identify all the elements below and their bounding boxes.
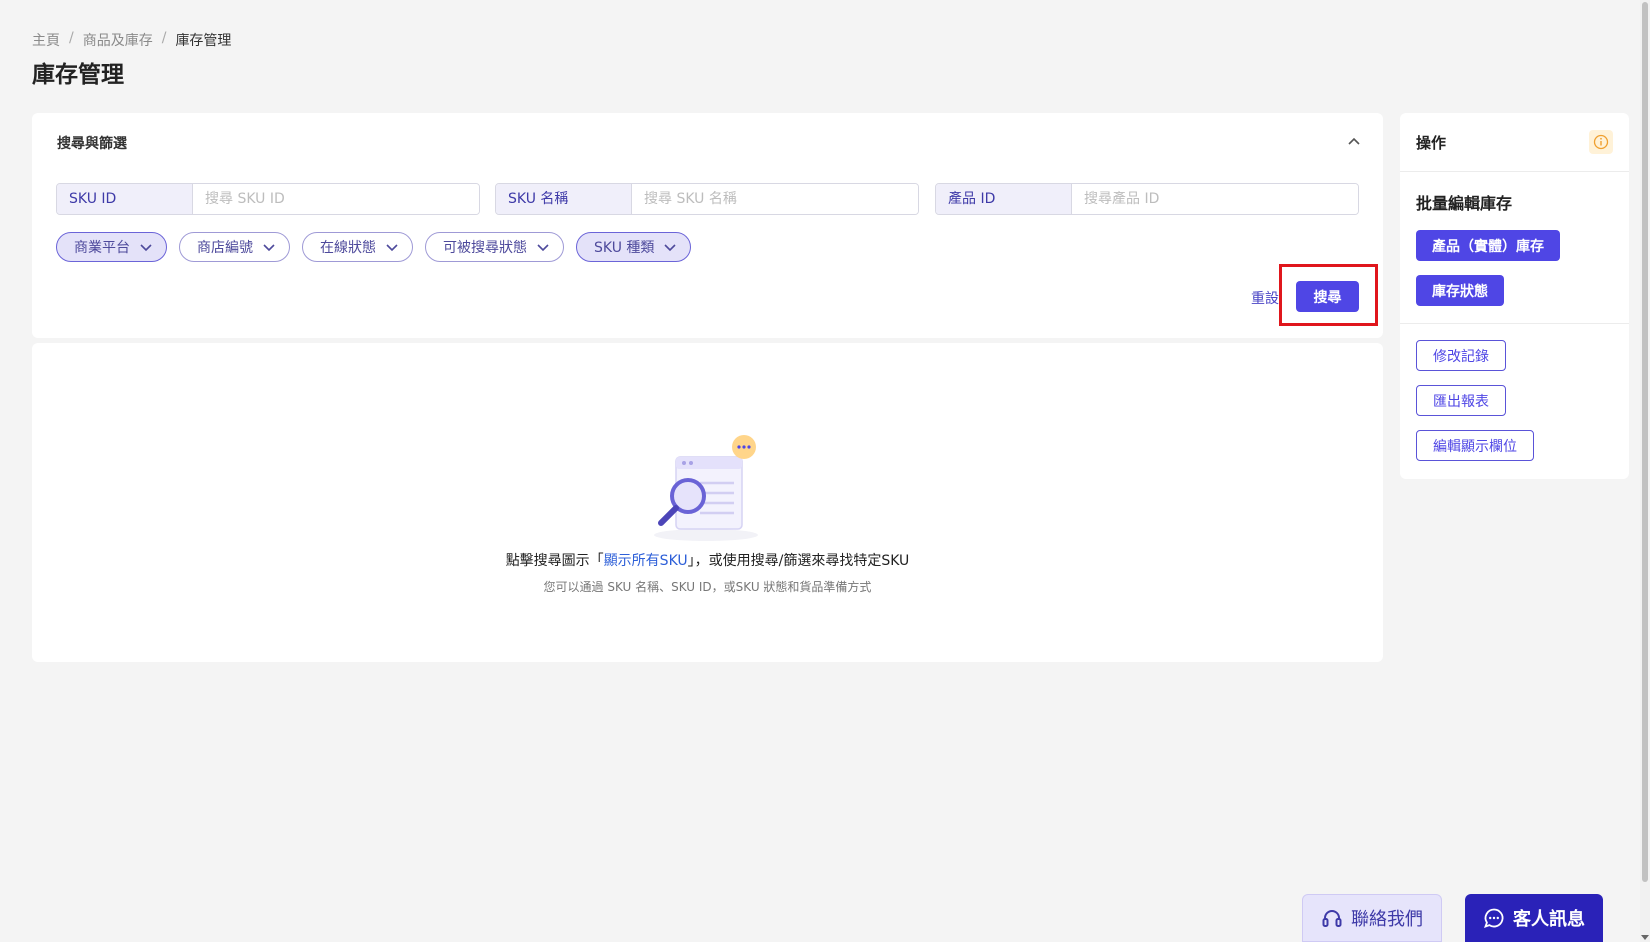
headset-icon — [1322, 910, 1342, 927]
breadcrumb-separator: / — [161, 30, 167, 46]
scroll-down-arrow-icon[interactable] — [1641, 935, 1649, 940]
page-scrollbar[interactable] — [1640, 0, 1650, 942]
scrollbar-thumb[interactable] — [1642, 2, 1648, 882]
breadcrumb-current: 庫存管理 — [175, 33, 232, 49]
product-id-label: 產品 ID — [936, 184, 1072, 214]
actions-panel: 操作 批量編輯庫存 產品（實體）庫存 庫存狀態 修改記錄 匯出報表 編輯顯示欄位 — [1400, 113, 1629, 479]
page-title: 庫存管理 — [32, 62, 124, 88]
change-log-button[interactable]: 修改記錄 — [1416, 340, 1506, 371]
bulk-edit-title: 批量編輯庫存 — [1416, 194, 1513, 213]
chat-bubble-icon — [1484, 908, 1504, 928]
empty-title-prefix: 點擊搜尋圖示「 — [505, 553, 604, 569]
filter-chips: 商業平台 商店編號 在線狀態 可被搜尋狀態 SKU 種類 — [56, 232, 692, 262]
search-filter-panel: 搜尋與篩選 SKU ID SKU 名稱 產品 ID 商業平台 商店編號 在線狀態… — [32, 113, 1383, 338]
actions-title: 操作 — [1416, 134, 1447, 152]
empty-state-title: 點擊搜尋圖示「顯示所有SKU」，或使用搜尋/篩選來尋找特定SKU — [32, 550, 1383, 570]
product-stock-button[interactable]: 產品（實體）庫存 — [1416, 230, 1560, 261]
empty-state-subtitle: 您可以通過 SKU 名稱、SKU ID，或SKU 狀態和貨品準備方式 — [543, 580, 872, 594]
online-status-filter-dropdown[interactable]: 在線狀態 — [302, 232, 413, 262]
sku-name-label: SKU 名稱 — [496, 184, 632, 214]
searchable-status-filter-dropdown[interactable]: 可被搜尋狀態 — [425, 232, 564, 262]
sku-name-input[interactable] — [632, 184, 918, 214]
info-icon[interactable] — [1589, 130, 1613, 154]
sku-id-input[interactable] — [193, 184, 479, 214]
contact-us-button[interactable]: 聯絡我們 — [1302, 894, 1442, 942]
results-panel: 點擊搜尋圖示「顯示所有SKU」，或使用搜尋/篩選來尋找特定SKU 您可以通過 S… — [32, 343, 1383, 662]
chevron-down-icon — [537, 244, 549, 252]
breadcrumb-separator: / — [69, 30, 74, 46]
edit-columns-button[interactable]: 編輯顯示欄位 — [1416, 430, 1534, 461]
customer-messages-label: 客人訊息 — [1513, 909, 1585, 930]
customer-messages-button[interactable]: 客人訊息 — [1465, 894, 1603, 942]
chevron-up-icon[interactable] — [1345, 133, 1363, 151]
sku-id-label: SKU ID — [57, 184, 193, 214]
store-id-filter-dropdown[interactable]: 商店編號 — [179, 232, 290, 262]
chevron-down-icon — [263, 244, 275, 252]
filter-panel-title: 搜尋與篩選 — [57, 136, 127, 152]
divider — [1400, 323, 1629, 324]
chip-label: 商業平台 — [74, 240, 130, 256]
reset-button[interactable]: 重設 — [1251, 288, 1279, 308]
chevron-down-icon — [386, 244, 398, 252]
show-all-sku-link[interactable]: 顯示所有SKU — [604, 553, 688, 569]
sku-name-field: SKU 名稱 — [495, 183, 919, 215]
platform-filter-dropdown[interactable]: 商業平台 — [56, 232, 167, 262]
chip-label: 在線狀態 — [320, 240, 376, 256]
sku-id-field: SKU ID — [56, 183, 480, 215]
chip-label: 可被搜尋狀態 — [443, 240, 527, 256]
contact-us-label: 聯絡我們 — [1351, 909, 1423, 930]
actions-header: 操作 — [1400, 113, 1629, 172]
chevron-down-icon — [664, 244, 676, 252]
breadcrumb: 主頁 / 商品及庫存 / 庫存管理 — [32, 30, 231, 50]
sku-type-filter-dropdown[interactable]: SKU 種類 — [576, 232, 692, 262]
product-id-input[interactable] — [1072, 184, 1358, 214]
chip-label: 商店編號 — [197, 240, 253, 256]
stock-status-button[interactable]: 庫存狀態 — [1416, 275, 1504, 306]
breadcrumb-parent[interactable]: 商品及庫存 — [83, 30, 153, 50]
chip-label: SKU 種類 — [594, 240, 655, 256]
product-id-field: 產品 ID — [935, 183, 1359, 215]
breadcrumb-home[interactable]: 主頁 — [32, 30, 60, 50]
search-document-illustration-icon — [654, 435, 758, 541]
search-button[interactable]: 搜尋 — [1296, 281, 1359, 312]
empty-title-suffix: 」，或使用搜尋/篩選來尋找特定SKU — [687, 553, 910, 569]
export-report-button[interactable]: 匯出報表 — [1416, 385, 1506, 416]
chevron-down-icon — [140, 244, 152, 252]
